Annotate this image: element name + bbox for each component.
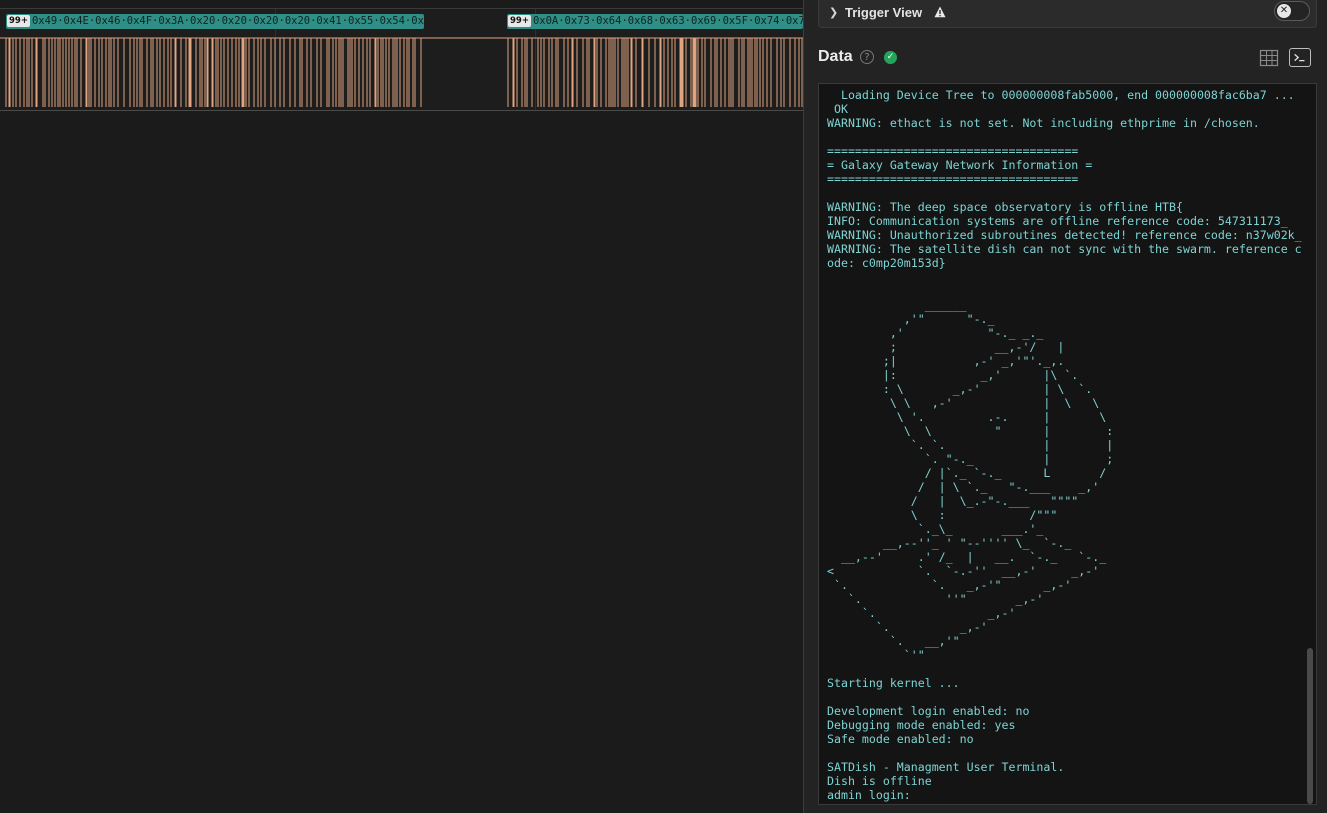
terminal-line: __,--''_ ' "--'''' \_ `-._ [827,536,1072,550]
check-circle-icon: ✓ [884,51,897,64]
terminal-line: : \ _,-' | \ `. [827,382,1093,396]
terminal-line: admin login: [827,788,911,802]
terminal-line: / |`._ `-._ L / [827,466,1107,480]
terminal-line: WARNING: ethact is not set. Not includin… [827,116,1260,130]
decoded-bytes-text: 0x0A·0x73·0x64·0x68·0x63·0x69·0x5F·0x74·… [532,15,803,27]
terminal-line: \ : /""" [827,508,1058,522]
trigger-view-section[interactable]: ❯ Trigger View ✕ [818,0,1317,28]
signal-channel-lane[interactable]: 99+ 0x49·0x4E·0x46·0x4F·0x3A·0x20·0x20·0x… [0,8,803,111]
terminal-line: ______ [827,298,967,312]
terminal-line: `. `. | | [827,438,1114,452]
terminal-line: Loading Device Tree to 000000008fab5000,… [827,88,1295,102]
terminal-line: `'" [827,648,925,662]
terminal-line: Debugging mode enabled: yes [827,718,1016,732]
signal-pulse-burst [507,38,803,107]
terminal-line: / | \_.-"-.___ """" [827,494,1079,508]
data-section-header: Data ? ✓ [818,46,1314,70]
terminal-line: \ '. .-. | \ [827,410,1107,424]
terminal-line: `. "-._ | ; [827,452,1114,466]
warning-triangle-icon [934,6,946,18]
terminal-line: \ \ ,-' | \ \ [827,396,1100,410]
terminal-line: `. _,-' [827,620,988,634]
trigger-view-toggle[interactable]: ✕ [1274,1,1310,21]
terminal-line: `. _,-' [827,606,1016,620]
terminal-line: ,'" "-._ [827,312,995,326]
terminal-line: `. ''" _,-' [827,592,1044,606]
question-icon[interactable]: ? [860,50,874,64]
terminal-line: \ \ " | : [827,424,1114,438]
logic-analyzer-window: 99+ 0x49·0x4E·0x46·0x4F·0x3A·0x20·0x20·0x… [0,0,1327,813]
terminal-line: SATDish - Managment User Terminal. [827,760,1065,774]
terminal-line: ,' "-._ _._ [827,326,1044,340]
analyzer-side-panel: ❯ Trigger View ✕ Data ? ✓ Loading Device… [803,0,1327,813]
terminal-line: Starting kernel ... [827,676,960,690]
terminal-line: OK [827,102,848,116]
chevron-right-icon[interactable]: ❯ [829,6,841,20]
terminal-output-box[interactable]: Loading Device Tree to 000000008fab5000,… [818,83,1317,805]
terminal-line: = Galaxy Gateway Network Information = [827,158,1093,172]
terminal-line: < `. `-.-'' __,-' _,-' [827,564,1100,578]
terminal-line: ; __,-'/ | [827,340,1065,354]
terminal-output-text: Loading Device Tree to 000000008fab5000,… [827,88,1307,802]
scrollbar-thumb[interactable] [1307,648,1313,804]
terminal-icon[interactable] [1289,48,1311,67]
terminal-line: Safe mode enabled: no [827,732,974,746]
decoded-bytes-text: 0x49·0x4E·0x46·0x4F·0x3A·0x20·0x20·0x20·… [31,15,424,27]
frame-count-badge: 99+ [7,15,30,27]
waveform-viewer[interactable]: 99+ 0x49·0x4E·0x46·0x4F·0x3A·0x20·0x20·0x… [0,0,803,813]
terminal-line: ==================================== [827,144,1079,158]
terminal-line: / | \ `._ "-.___ _,' [827,480,1100,494]
terminal-line: Dish is offline [827,774,932,788]
terminal-line: |: _,' |\ `. [827,368,1079,382]
terminal-line: `._\_ ___.'_ [827,522,1044,536]
terminal-scrollbar[interactable] [1307,86,1313,804]
terminal-line: __,--' .' /_ | __. `-._ `-._ [827,550,1107,564]
protocol-decode-bubble[interactable]: 99+ 0x0A·0x73·0x64·0x68·0x63·0x69·0x5F·0x… [507,14,803,29]
frame-count-badge: 99+ [508,15,531,27]
terminal-line: ;| ,-' _,'"'._,. [827,354,1065,368]
terminal-line: `. `. _,-'" _,-' [827,578,1072,592]
terminal-line: WARNING: The deep space observatory is o… [827,200,1183,214]
terminal-line: WARNING: The satellite dish can not sync… [827,242,1302,256]
close-icon: ✕ [1277,4,1291,18]
terminal-line: ode: c0mp20m153d} [827,256,946,270]
terminal-line: Development login enabled: no [827,704,1030,718]
terminal-line: INFO: Communication systems are offline … [827,214,1288,228]
digital-signal-trace [0,37,803,107]
protocol-decode-bubble[interactable]: 99+ 0x49·0x4E·0x46·0x4F·0x3A·0x20·0x20·0x… [6,14,424,29]
terminal-line: ==================================== [827,172,1079,186]
terminal-line: WARNING: Unauthorized subroutines detect… [827,228,1302,242]
signal-pulse-burst [5,38,422,107]
data-section-title: Data [818,48,853,65]
table-icon[interactable] [1259,49,1279,67]
trigger-view-label[interactable]: Trigger View [845,5,922,21]
terminal-line: `. __,'" [827,634,960,648]
